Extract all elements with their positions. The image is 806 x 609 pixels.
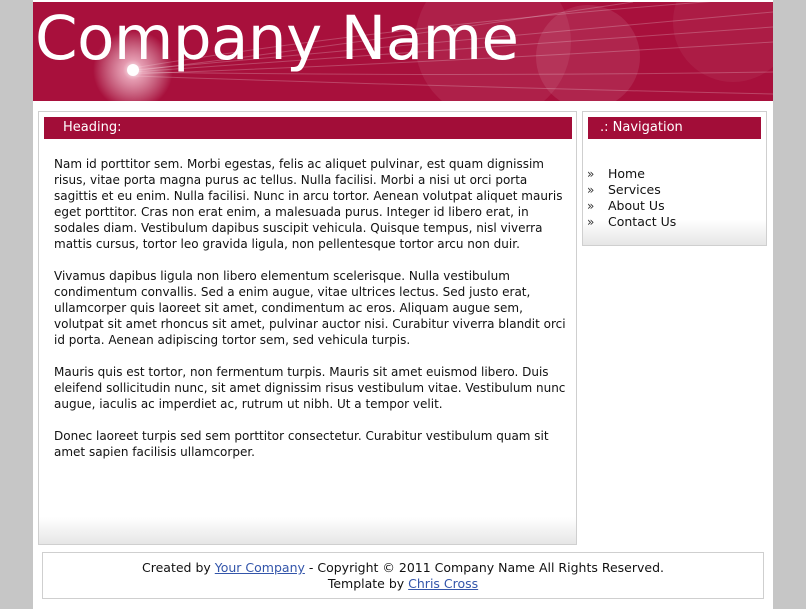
created-by-text: Created by bbox=[142, 560, 211, 575]
content-heading: Heading: bbox=[44, 117, 572, 139]
content-body: Nam id porttitor sem. Morbi egestas, fel… bbox=[54, 156, 574, 476]
paragraph: Nam id porttitor sem. Morbi egestas, fel… bbox=[54, 157, 563, 251]
nav-item-services[interactable]: » Services bbox=[587, 182, 676, 198]
double-chevron-right-icon: » bbox=[587, 167, 595, 181]
company-link[interactable]: Your Company bbox=[215, 560, 305, 575]
author-link[interactable]: Chris Cross bbox=[408, 576, 478, 591]
double-chevron-right-icon: » bbox=[587, 215, 595, 229]
paragraph: Vivamus dapibus ligula non libero elemen… bbox=[54, 269, 566, 347]
page-container: Company Name Heading: Nam id porttitor s… bbox=[33, 0, 773, 609]
nav-list: » Home » Services » About Us » Contact Us bbox=[587, 166, 676, 230]
paragraph: Mauris quis est tortor, non fermentum tu… bbox=[54, 365, 566, 411]
nav-item-label[interactable]: About Us bbox=[608, 198, 665, 213]
paragraph: Donec laoreet turpis sed sem porttitor c… bbox=[54, 429, 549, 459]
nav-item-label[interactable]: Services bbox=[608, 182, 661, 197]
nav-item-home[interactable]: » Home bbox=[587, 166, 676, 182]
site-title: Company Name bbox=[35, 3, 519, 74]
copyright-text: - Copyright © 2011 Company Name All Righ… bbox=[308, 560, 664, 575]
nav-item-label[interactable]: Contact Us bbox=[608, 214, 676, 229]
site-header: Company Name bbox=[33, 2, 773, 101]
footer-line-1: Created by Your Company - Copyright © 20… bbox=[43, 560, 763, 576]
template-by-text: Template by bbox=[327, 576, 405, 591]
nav-item-contact-us[interactable]: » Contact Us bbox=[587, 214, 676, 230]
footer-line-2: Template by Chris Cross bbox=[43, 576, 763, 592]
double-chevron-right-icon: » bbox=[587, 183, 595, 197]
nav-item-about-us[interactable]: » About Us bbox=[587, 198, 676, 214]
navigation-heading: .: Navigation bbox=[588, 117, 761, 139]
main-content: Heading: Nam id porttitor sem. Morbi ege… bbox=[38, 111, 577, 545]
double-chevron-right-icon: » bbox=[587, 199, 595, 213]
nav-item-label[interactable]: Home bbox=[608, 166, 645, 181]
sidebar-navigation: .: Navigation » Home » Services » About Us … bbox=[582, 111, 767, 246]
site-footer: Created by Your Company - Copyright © 20… bbox=[42, 552, 764, 599]
